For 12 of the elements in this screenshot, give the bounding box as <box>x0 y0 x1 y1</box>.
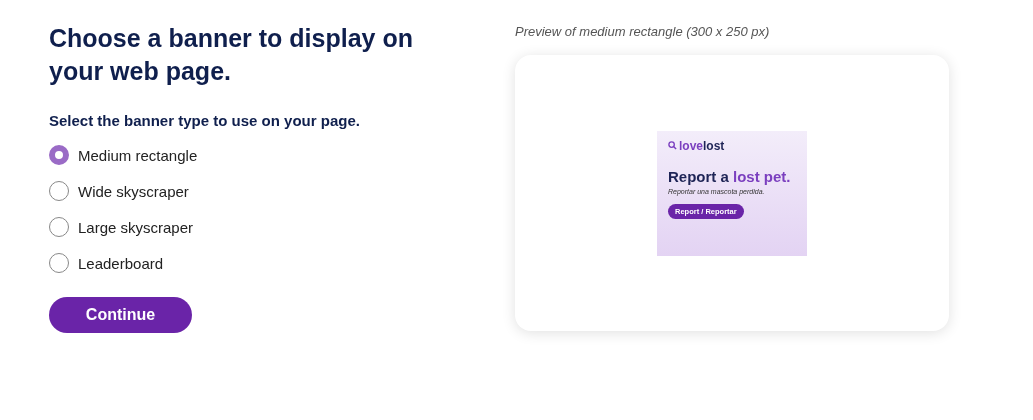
continue-button[interactable]: Continue <box>49 297 192 333</box>
radio-button[interactable] <box>49 145 69 165</box>
page-heading: Choose a banner to display on your web page. <box>49 23 414 87</box>
banner-headline: Report a lost pet. <box>668 167 792 185</box>
banner-type-prompt: Select the banner type to use on your page. <box>49 112 361 129</box>
option-label[interactable]: Leaderboard <box>78 254 164 272</box>
option-label[interactable]: Wide skyscraper <box>78 182 189 200</box>
option-label[interactable]: Medium rectangle <box>78 146 198 164</box>
option-label[interactable]: Large skyscraper <box>78 218 194 236</box>
brand-logo: lovelost <box>679 138 725 153</box>
preview-caption: Preview of medium rectangle (300 x 250 px) <box>515 24 771 39</box>
search-icon <box>668 141 677 150</box>
